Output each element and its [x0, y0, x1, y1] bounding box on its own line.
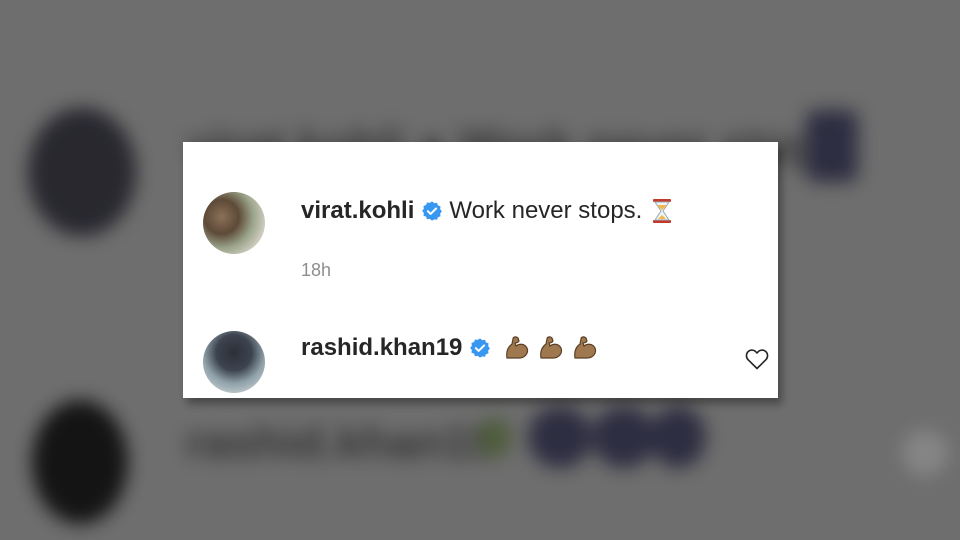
comment-rashid-khan: rashid.khan19 — [301, 334, 599, 362]
bg-comment-rashid: rashid.khan19 — [186, 416, 496, 468]
like-heart-icon[interactable] — [745, 348, 769, 370]
screenshot-stage: virat.kohli ● Work never stops. rashid.k… — [0, 0, 960, 540]
hourglass-icon — [653, 199, 672, 223]
flexed-biceps-icon — [540, 336, 563, 359]
verified-badge-icon — [422, 201, 443, 221]
flexed-biceps-icon — [506, 336, 529, 359]
username-rashid-khan[interactable]: rashid.khan19 — [301, 334, 462, 362]
avatar-rashid-khan[interactable] — [203, 331, 265, 393]
comment-timestamp[interactable]: 18h — [301, 260, 331, 281]
comment-text-virat: Work never stops. — [449, 197, 643, 224]
bg-badge — [478, 418, 512, 458]
verified-badge-icon — [470, 338, 491, 358]
bg-avatar-virat — [28, 108, 136, 236]
avatar-virat-kohli[interactable] — [203, 192, 265, 254]
comments-card: virat.kohli Work never stops. 18h rashid… — [183, 142, 778, 398]
flexed-biceps-icon — [574, 336, 597, 359]
bg-emoji-1 — [528, 406, 592, 468]
bg-emoji-3 — [650, 406, 706, 468]
bg-heart — [902, 430, 948, 476]
bg-emoji-2 — [592, 406, 656, 468]
comment-virat-kohli: virat.kohli Work never stops. — [301, 197, 676, 225]
bg-avatar-rashid — [32, 400, 128, 524]
bg-hourglass — [806, 110, 858, 182]
username-virat-kohli[interactable]: virat.kohli — [301, 197, 414, 225]
